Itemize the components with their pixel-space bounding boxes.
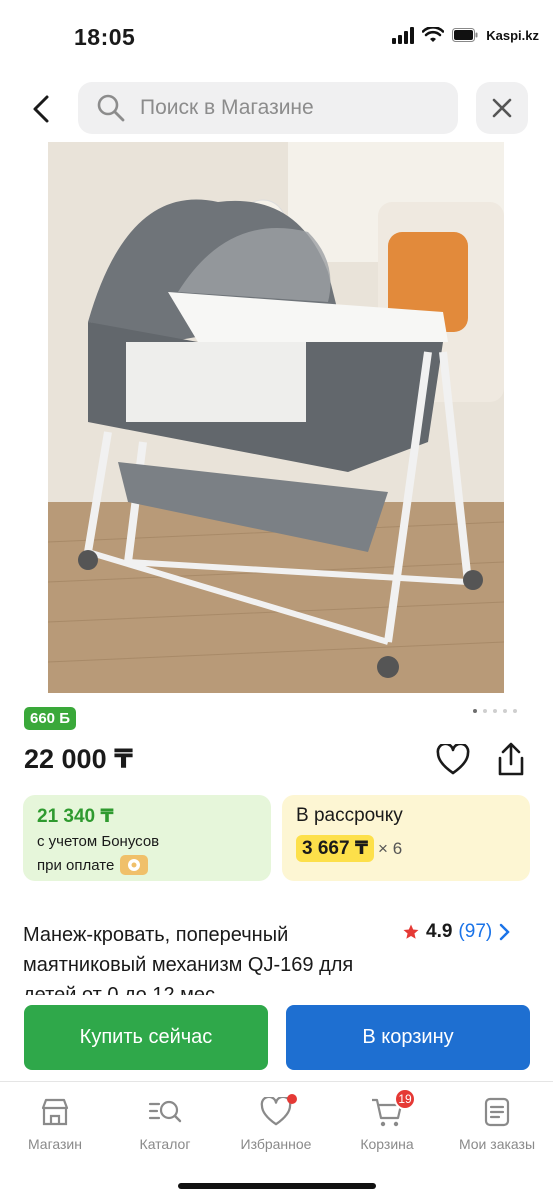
notification-dot xyxy=(287,1094,297,1104)
carrier-label: Kaspi.kz xyxy=(486,27,539,43)
tab-label: Магазин xyxy=(27,1136,82,1152)
product-title: Манеж-кровать, поперечный маятниковый ме… xyxy=(23,924,354,1000)
action-bar: Купить сейчас В корзину xyxy=(0,995,553,1081)
product-image[interactable] xyxy=(48,142,504,693)
installment-title: В рассрочку xyxy=(296,805,403,826)
gallery-dot[interactable] xyxy=(513,709,517,713)
rating-value: 4.9 xyxy=(426,921,453,942)
buy-now-button[interactable]: Купить сейчас xyxy=(24,1005,268,1070)
home-indicator xyxy=(178,1183,376,1189)
close-button[interactable] xyxy=(476,82,528,134)
share-button[interactable] xyxy=(494,742,528,778)
tab-catalog[interactable]: Каталог xyxy=(110,1094,220,1152)
baby-crib-illustration xyxy=(48,142,504,693)
search-icon xyxy=(97,94,125,122)
tab-favorites[interactable]: Избранное xyxy=(221,1094,331,1152)
kaspi-pay-icon xyxy=(120,855,149,875)
installment-card[interactable]: В рассрочку 3 667 ₸ × 6 xyxy=(282,795,530,881)
back-button[interactable] xyxy=(24,90,58,128)
bonus-points-badge: 660 Б xyxy=(24,707,76,730)
gallery-dot[interactable] xyxy=(503,709,507,713)
reviews-count[interactable]: (97) xyxy=(458,921,492,943)
star-icon xyxy=(403,924,419,939)
heart-icon xyxy=(436,742,470,775)
chevron-right-icon xyxy=(500,923,510,941)
gallery-dot[interactable] xyxy=(493,709,497,713)
installment-amount: 3 667 ₸ xyxy=(296,835,375,862)
bonus-line-1: с учетом Бонусов xyxy=(37,833,160,850)
status-icons: Kaspi.kz xyxy=(392,26,539,44)
wifi-icon xyxy=(422,26,445,42)
gallery-dot[interactable] xyxy=(483,709,487,713)
product-rating[interactable]: 4.9 (97) xyxy=(402,921,510,943)
bottom-tab-bar: Магазин Каталог Избранное 19 Корзина Мои… xyxy=(0,1081,553,1200)
search-box[interactable] xyxy=(78,82,458,134)
signal-icon xyxy=(392,26,415,44)
status-bar: 18:05 Kaspi.kz xyxy=(0,0,553,70)
close-icon xyxy=(492,98,512,118)
tab-orders[interactable]: Мои заказы xyxy=(442,1094,552,1152)
orders-icon xyxy=(484,1097,510,1127)
bonus-price-card[interactable]: 21 340 ₸ с учетом Бонусов при оплате xyxy=(23,795,271,881)
favorite-button[interactable] xyxy=(436,742,470,776)
tab-label: Корзина xyxy=(360,1136,414,1152)
tab-label: Избранное xyxy=(240,1136,312,1152)
installment-months: × 6 xyxy=(378,838,403,858)
bonus-price-amount: 21 340 ₸ xyxy=(37,806,114,827)
gallery-dots[interactable] xyxy=(473,709,517,713)
search-header xyxy=(0,82,553,136)
cart-count-badge: 19 xyxy=(394,1088,416,1110)
tab-label: Каталог xyxy=(139,1136,191,1152)
add-to-cart-button[interactable]: В корзину xyxy=(286,1005,530,1070)
bonus-line-2: при оплате xyxy=(37,855,257,875)
share-icon xyxy=(498,742,524,776)
tab-store[interactable]: Магазин xyxy=(0,1094,110,1152)
chevron-left-icon xyxy=(33,95,49,123)
gallery-dot[interactable] xyxy=(473,709,477,713)
installment-row: 3 667 ₸ × 6 xyxy=(296,835,516,862)
tab-label: Мои заказы xyxy=(458,1136,536,1152)
store-icon xyxy=(41,1098,69,1126)
search-input[interactable] xyxy=(140,96,430,120)
catalog-search-icon xyxy=(148,1100,182,1123)
product-price: 22 000 ₸ xyxy=(24,744,133,774)
status-time: 18:05 xyxy=(74,24,136,50)
battery-icon xyxy=(452,28,478,42)
tab-cart[interactable]: 19 Корзина xyxy=(332,1088,442,1152)
